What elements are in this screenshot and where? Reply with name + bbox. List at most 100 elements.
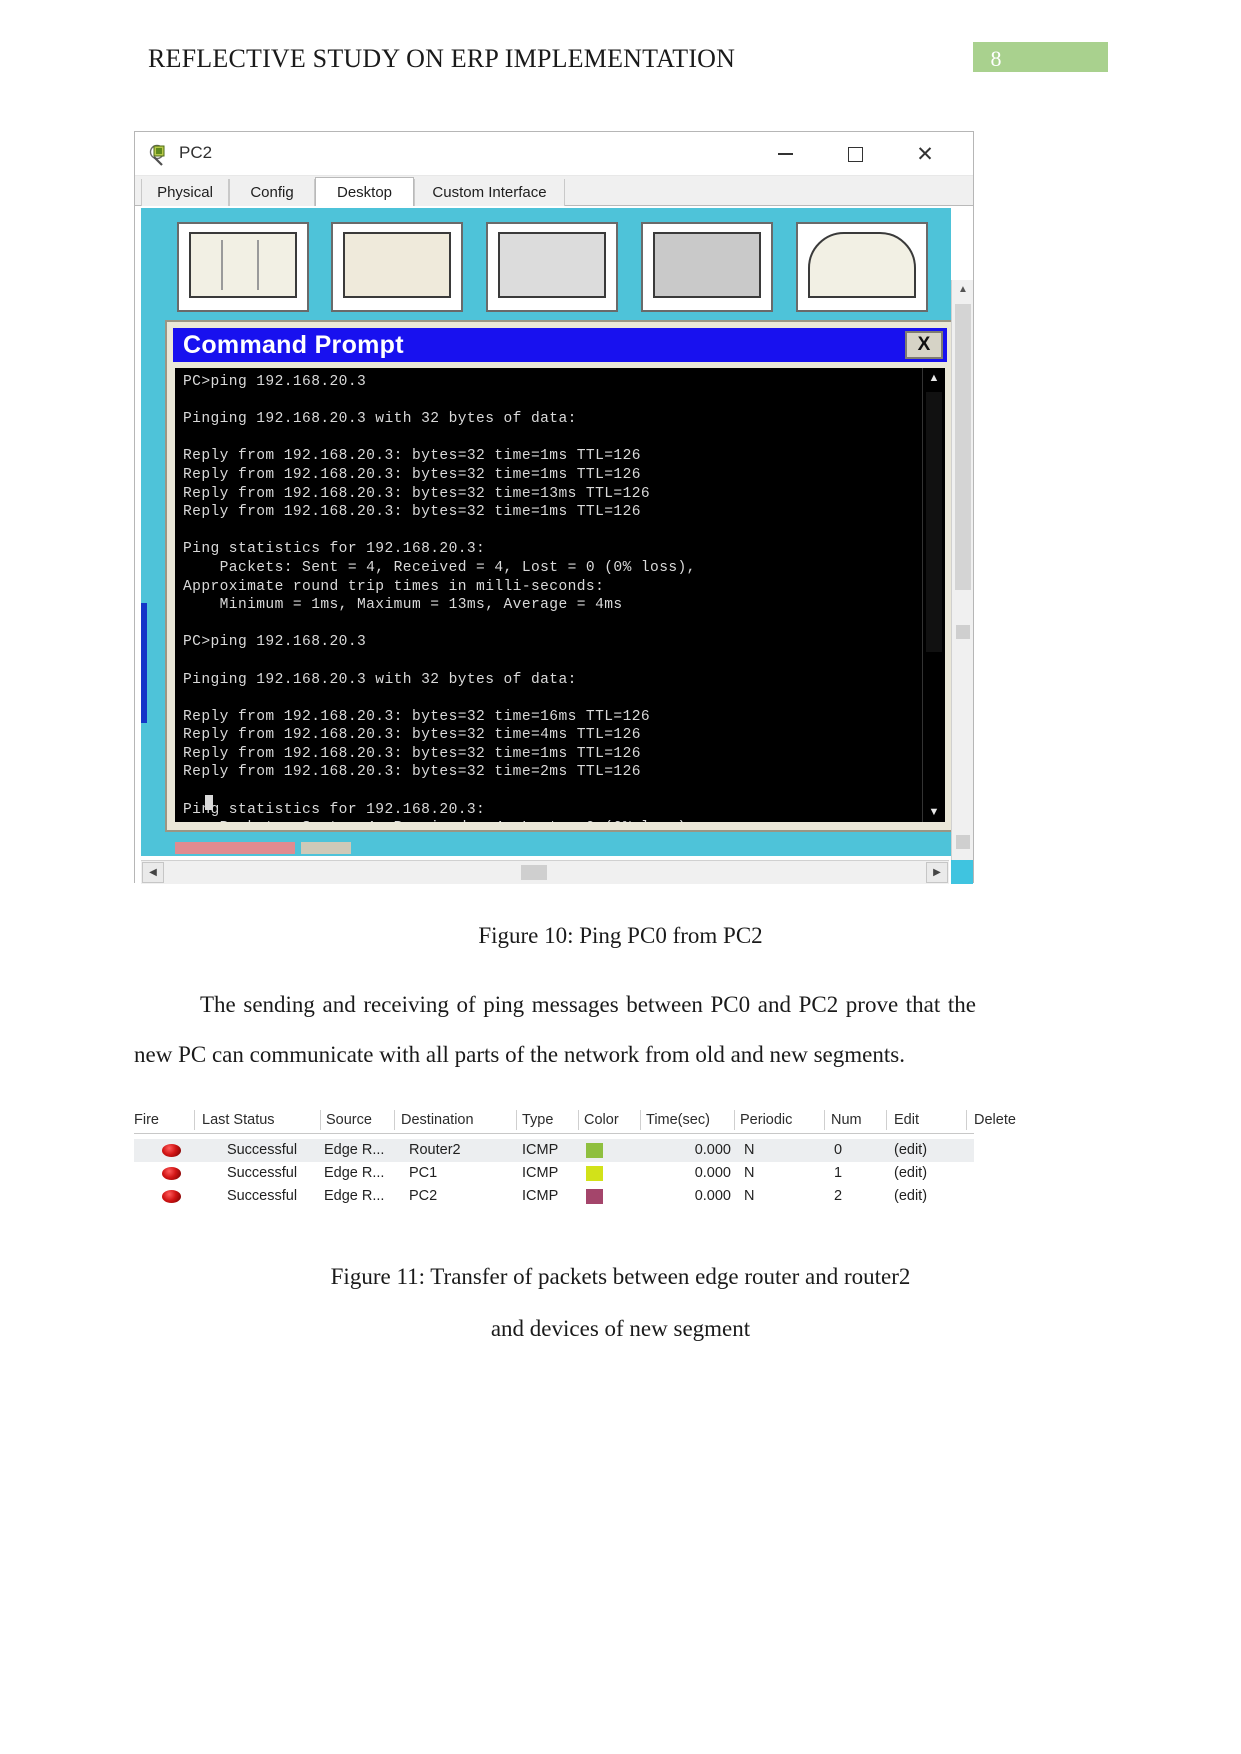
desktop-tab-panel: Command Prompt X PC>ping 192.168.20.3 Pi… — [135, 206, 973, 884]
cell-time: 0.000 — [694, 1188, 731, 1204]
cell-destination: Router2 — [409, 1142, 461, 1158]
cell-source: Edge R... — [324, 1165, 385, 1181]
cell-time: 0.000 — [694, 1142, 731, 1158]
tab-custom-interface[interactable]: Custom Interface — [414, 179, 565, 206]
maximize-button[interactable] — [825, 132, 885, 176]
column-divider — [194, 1110, 195, 1130]
cell-destination: PC1 — [409, 1165, 438, 1181]
cell-edit-link[interactable]: (edit) — [894, 1162, 954, 1185]
fire-led-icon[interactable] — [162, 1144, 181, 1157]
terminal-output[interactable]: PC>ping 192.168.20.3 Pinging 192.168.20.… — [175, 368, 945, 822]
desktop-app-tile[interactable] — [331, 222, 463, 312]
close-icon[interactable]: X — [905, 331, 943, 359]
desktop-app-grid: Command Prompt X PC>ping 192.168.20.3 Pi… — [141, 208, 951, 856]
close-icon[interactable]: ✕ — [895, 132, 955, 176]
column-divider — [516, 1110, 517, 1130]
scroll-left-icon[interactable]: ◀ — [142, 862, 164, 883]
color-swatch — [586, 1166, 603, 1181]
pc-device-icon — [149, 144, 171, 166]
cell-time: 0.000 — [694, 1165, 731, 1181]
scrollbar-mark — [956, 625, 970, 639]
command-prompt-titlebar: Command Prompt X — [173, 328, 947, 362]
cell-num: 1 — [834, 1165, 843, 1181]
device-tab-strip: Physical Config Desktop Custom Interface — [135, 176, 973, 207]
cell-edit-link[interactable]: (edit) — [894, 1139, 954, 1162]
column-header-fire: Fire — [134, 1112, 159, 1128]
cell-edit-link[interactable]: (edit) — [894, 1185, 954, 1208]
tab-physical[interactable]: Physical — [141, 179, 229, 206]
color-swatch — [586, 1143, 603, 1158]
window-titlebar: PC2 ✕ — [135, 132, 973, 176]
scrollbar-thumb[interactable] — [521, 865, 547, 880]
table-header-row: Fire Last Status Source Destination Type… — [134, 1108, 1016, 1134]
scrollbar-mark — [956, 835, 970, 849]
column-header-last-status: Last Status — [202, 1112, 275, 1128]
column-divider — [578, 1110, 579, 1130]
cell-source: Edge R... — [324, 1142, 385, 1158]
command-prompt-title: Command Prompt — [183, 331, 404, 359]
panel-horizontal-scrollbar[interactable]: ◀ ▶ — [141, 860, 949, 884]
column-divider — [320, 1110, 321, 1130]
page-number: 8 — [990, 46, 1002, 71]
palette-edge — [141, 208, 147, 856]
scrollbar-thumb[interactable] — [955, 304, 971, 590]
cell-last-status: Successful — [226, 1142, 298, 1158]
cell-periodic: N — [744, 1188, 755, 1204]
column-header-periodic: Periodic — [740, 1112, 793, 1128]
column-header-color: Color — [584, 1112, 619, 1128]
column-header-delete: Delete — [974, 1112, 1016, 1128]
cell-type: ICMP — [522, 1165, 559, 1181]
page-title: REFLECTIVE STUDY ON ERP IMPLEMENTATION — [148, 44, 736, 73]
cell-num: 2 — [834, 1188, 843, 1204]
terminal-cursor — [205, 795, 213, 810]
cell-num: 0 — [834, 1142, 843, 1158]
scroll-right-icon[interactable]: ▶ — [926, 862, 948, 883]
column-header-type: Type — [522, 1112, 554, 1128]
column-header-destination: Destination — [401, 1112, 474, 1128]
panel-vertical-scrollbar[interactable]: ▲ ▼ — [951, 280, 973, 884]
figure-11-caption-line1: Figure 11: Transfer of packets between e… — [330, 1264, 911, 1289]
table-row[interactable]: Successful Edge R... PC2 ICMP 0.000 N 2 … — [134, 1185, 974, 1208]
fire-led-icon[interactable] — [162, 1167, 181, 1180]
column-divider — [640, 1110, 641, 1130]
desktop-app-tile[interactable] — [486, 222, 618, 312]
column-header-source: Source — [326, 1112, 372, 1128]
column-divider — [394, 1110, 395, 1130]
packet-list-table: Fire Last Status Source Destination Type… — [134, 1108, 1016, 1208]
color-swatch — [586, 1189, 603, 1204]
table-row[interactable]: Successful Edge R... PC1 ICMP 0.000 N 1 … — [134, 1162, 974, 1185]
palette-highlight — [141, 603, 147, 723]
terminal-text: PC>ping 192.168.20.3 Pinging 192.168.20.… — [183, 374, 696, 822]
figure-11-caption-line2: and devices of new segment — [490, 1316, 751, 1341]
paragraph-text: The sending and receiving of ping messag… — [134, 992, 976, 1067]
table-row[interactable]: Successful Edge R... Router2 ICMP 0.000 … — [134, 1139, 974, 1162]
tab-desktop[interactable]: Desktop — [315, 177, 414, 207]
taskbar-strip — [175, 842, 295, 854]
document-header: REFLECTIVE STUDY ON ERP IMPLEMENTATION 8 — [0, 42, 1241, 88]
cell-type: ICMP — [522, 1142, 559, 1158]
scroll-up-icon[interactable]: ▲ — [926, 370, 942, 386]
taskbar-strip — [301, 842, 351, 854]
body-paragraph: The sending and receiving of ping messag… — [134, 980, 976, 1080]
column-header-time: Time(sec) — [646, 1112, 710, 1128]
fire-led-icon[interactable] — [162, 1190, 181, 1203]
column-divider — [734, 1110, 735, 1130]
minimize-button[interactable] — [755, 132, 815, 176]
terminal-scrollbar[interactable]: ▲ ▼ — [922, 368, 945, 822]
cell-destination: PC2 — [409, 1188, 438, 1204]
packet-tracer-device-window: PC2 ✕ Physical Config Desktop Custom Int… — [134, 131, 974, 884]
command-prompt-window: Command Prompt X PC>ping 192.168.20.3 Pi… — [165, 320, 951, 832]
scrollbar-thumb[interactable] — [926, 392, 942, 652]
desktop-app-tile[interactable] — [177, 222, 309, 312]
cell-periodic: N — [744, 1142, 755, 1158]
scroll-up-icon[interactable]: ▲ — [952, 280, 973, 300]
cell-source: Edge R... — [324, 1188, 385, 1204]
tab-config[interactable]: Config — [229, 179, 315, 206]
header-underline — [134, 1133, 974, 1134]
scroll-down-icon[interactable]: ▼ — [926, 804, 942, 820]
desktop-app-tile[interactable] — [796, 222, 928, 312]
window-title: PC2 — [179, 143, 213, 162]
desktop-app-tile[interactable] — [641, 222, 773, 312]
cell-last-status: Successful — [226, 1188, 298, 1204]
column-header-num: Num — [831, 1112, 862, 1128]
